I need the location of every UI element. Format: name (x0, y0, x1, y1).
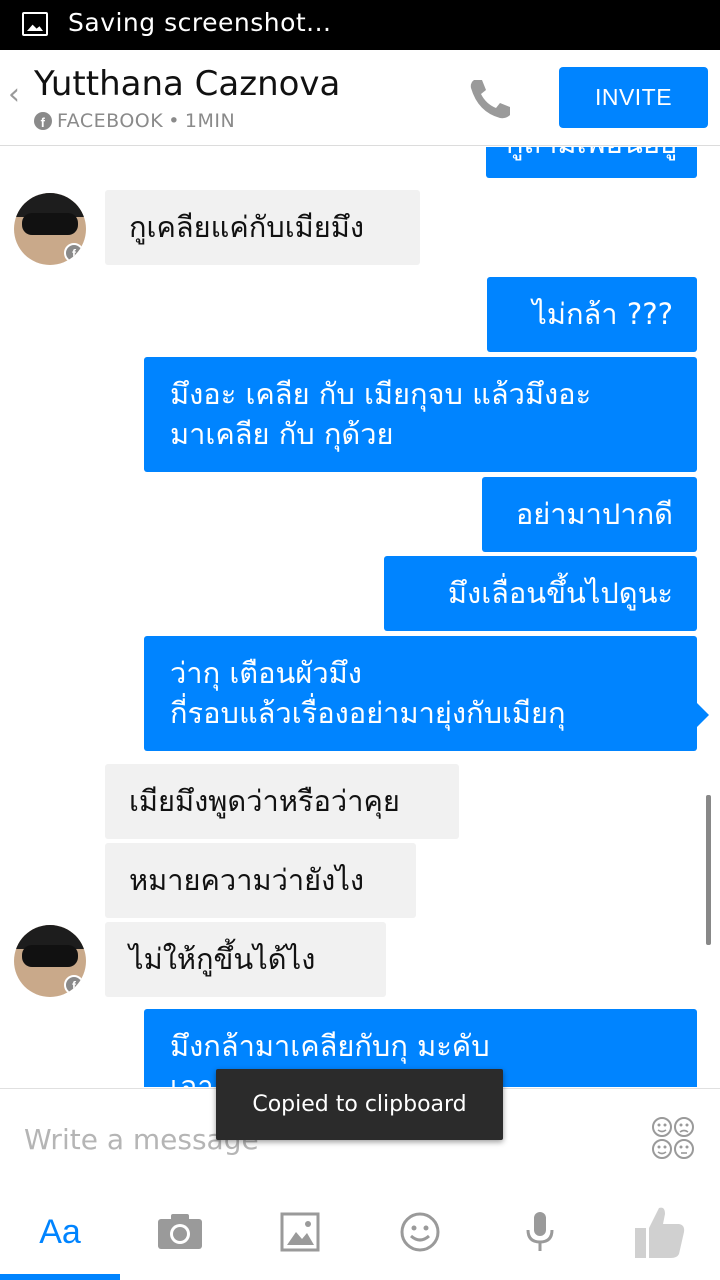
message-bubble-outgoing[interactable]: มึงเลื่อนขึ้นไปดูนะ (384, 556, 697, 631)
message-text: เมียมึงพูดว่าหรือว่าคุย (129, 784, 400, 818)
message-line: มึงอะ เคลีย กับ เมียกุจบ แล้วมึงอะ (170, 377, 592, 411)
message-line: กี่รอบแล้วเรื่องอย่ามายุ่งกับเมียกุ (170, 696, 566, 730)
message-bubble-incoming[interactable]: ไม่ให้กูขึ้นได้ไง (105, 922, 386, 997)
message-list[interactable]: กูถามเพื่อนอยู่ f กูเคลียแค่กับเมียมึง ไ… (0, 147, 720, 1087)
sticker-icon[interactable] (650, 1115, 696, 1161)
camera-button[interactable] (130, 1187, 230, 1277)
facebook-icon: f (34, 112, 52, 130)
avatar[interactable]: f (14, 193, 86, 265)
microphone-icon (526, 1212, 554, 1251)
message-bubble-outgoing[interactable]: อย่ามาปากดี (482, 477, 697, 552)
invite-button[interactable]: INVITE (559, 67, 708, 128)
contact-name: Yutthana Caznova (34, 64, 341, 104)
message-bubble-incoming[interactable]: เมียมึงพูดว่าหรือว่าคุย (105, 764, 459, 839)
emoji-icon (400, 1212, 440, 1252)
status-bar: Saving screenshot... (0, 0, 720, 50)
toast-notification: Copied to clipboard (216, 1069, 503, 1140)
composer-toolbar: Aa (0, 1187, 720, 1280)
contact-last-active: 1MIN (184, 110, 236, 132)
active-tab-indicator (0, 1274, 120, 1280)
message-line: ว่ากุ เตือนผัวมึง (170, 656, 362, 690)
message-line: มาเคลีย กับ กุด้วย (170, 417, 394, 451)
phone-icon[interactable] (466, 76, 516, 120)
message-text: ไม่ให้กูขึ้นได้ไง (129, 942, 316, 976)
avatar[interactable]: f (14, 925, 86, 997)
contact-source: FACEBOOK (57, 110, 164, 132)
like-button[interactable] (610, 1187, 710, 1277)
emoji-button[interactable] (370, 1187, 470, 1277)
scrollbar[interactable] (706, 795, 711, 945)
contact-subtitle: f FACEBOOK • 1MIN (34, 110, 235, 132)
status-notification: Saving screenshot... (68, 8, 332, 37)
message-bubble-outgoing[interactable]: ไม่กล้า ??? (487, 277, 697, 352)
facebook-badge-icon: f (64, 975, 84, 995)
voice-button[interactable] (490, 1187, 590, 1277)
subtitle-separator: • (168, 110, 180, 132)
camera-icon (158, 1214, 202, 1249)
back-chevron-icon[interactable]: ‹ (8, 80, 20, 110)
message-bubble-incoming[interactable]: หมายความว่ายังไง (105, 843, 416, 918)
message-bubble-outgoing[interactable]: มึงอะ เคลีย กับ เมียกุจบ แล้วมึงอะ มาเคล… (144, 357, 697, 472)
message-bubble-incoming[interactable]: กูเคลียแค่กับเมียมึง (105, 190, 420, 265)
message-text: กูเคลียแค่กับเมียมึง (129, 210, 364, 244)
message-text: หมายความว่ายังไง (129, 863, 365, 897)
message-text: มึงเลื่อนขึ้นไปดูนะ (447, 576, 673, 610)
message-text: อย่ามาปากดี (515, 497, 673, 531)
message-text: ไม่กล้า ??? (532, 297, 673, 331)
selected-message-pointer-icon (697, 703, 709, 727)
conversation-header: ‹ Yutthana Caznova f FACEBOOK • 1MIN INV… (0, 50, 720, 146)
gallery-button[interactable] (250, 1187, 350, 1277)
facebook-badge-icon: f (64, 243, 84, 263)
gallery-icon (280, 1212, 320, 1252)
thumbs-up-icon (635, 1207, 685, 1258)
message-line: มึงกล้ามาเคลียกับกุ มะคับ (170, 1029, 490, 1063)
text-mode-button[interactable]: Aa (10, 1187, 110, 1277)
message-text: กูถามเพื่อนอยู่ (506, 147, 677, 160)
message-bubble-outgoing[interactable]: กูถามเพื่อนอยู่ (486, 147, 697, 178)
message-bubble-outgoing[interactable]: ว่ากุ เตือนผัวมึง กี่รอบแล้วเรื่องอย่ามา… (144, 636, 697, 751)
screenshot-icon (22, 12, 48, 36)
